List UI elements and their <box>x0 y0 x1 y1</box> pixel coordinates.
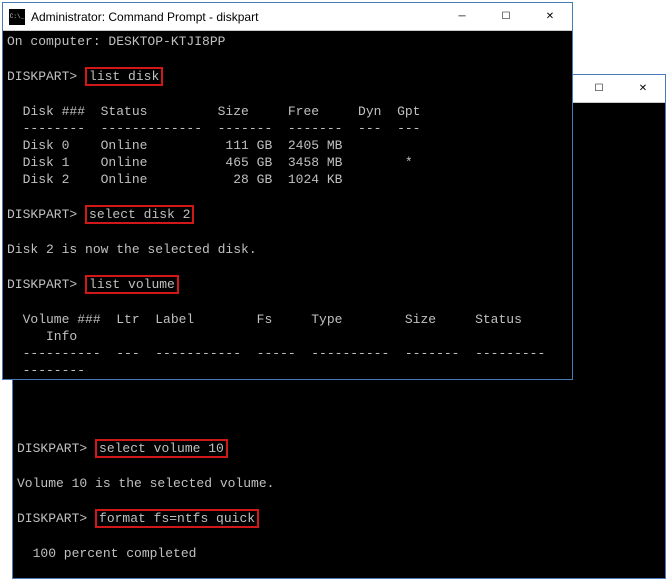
volume-sep-cont: -------- <box>7 363 85 378</box>
cmd-list-disk: list disk <box>85 67 163 86</box>
window-title-front: Administrator: Command Prompt - diskpart <box>31 10 440 24</box>
cmd-list-volume: list volume <box>85 275 179 294</box>
titlebar-front[interactable]: Administrator: Command Prompt - diskpart… <box>3 3 572 31</box>
minimize-button[interactable]: ─ <box>440 3 484 30</box>
close-button[interactable]: ✕ <box>621 75 665 102</box>
computer-line: On computer: DESKTOP-KTJI8PP <box>7 34 225 49</box>
prompt: DISKPART> <box>17 511 87 526</box>
selected-disk-msg: Disk 2 is now the selected disk. <box>7 242 257 257</box>
volume-header-cont: Info <box>7 329 77 344</box>
prompt: DISKPART> <box>7 277 77 292</box>
prompt: DISKPART> <box>7 207 77 222</box>
cmd-window-front: Administrator: Command Prompt - diskpart… <box>2 2 573 380</box>
prompt: DISKPART> <box>17 441 87 456</box>
cmd-format: format fs=ntfs quick <box>95 509 259 528</box>
terminal-body-front[interactable]: On computer: DESKTOP-KTJI8PP DISKPART> l… <box>3 31 572 379</box>
volume-header: Volume ### Ltr Label Fs Type Size Status <box>7 312 522 327</box>
cmd-select-disk: select disk 2 <box>85 205 194 224</box>
selected-volume-msg: Volume 10 is the selected volume. <box>17 476 274 491</box>
cmd-icon <box>9 9 25 25</box>
cmd-select-volume: select volume 10 <box>95 439 228 458</box>
close-button[interactable]: ✕ <box>528 3 572 30</box>
disk-row: Disk 1 Online 465 GB 3458 MB * <box>7 155 413 170</box>
disk-header: Disk ### Status Size Free Dyn Gpt <box>7 104 420 119</box>
window-buttons-front: ─ ☐ ✕ <box>440 3 572 30</box>
disk-sep: -------- ------------- ------- ------- -… <box>7 121 420 136</box>
volume-sep: ---------- --- ----------- ----- -------… <box>7 346 545 361</box>
maximize-button[interactable]: ☐ <box>577 75 621 102</box>
progress-msg: 100 percent completed <box>17 546 196 561</box>
maximize-button[interactable]: ☐ <box>484 3 528 30</box>
disk-row: Disk 2 Online 28 GB 1024 KB <box>7 172 342 187</box>
prompt: DISKPART> <box>7 69 77 84</box>
disk-row: Disk 0 Online 111 GB 2405 MB <box>7 138 342 153</box>
